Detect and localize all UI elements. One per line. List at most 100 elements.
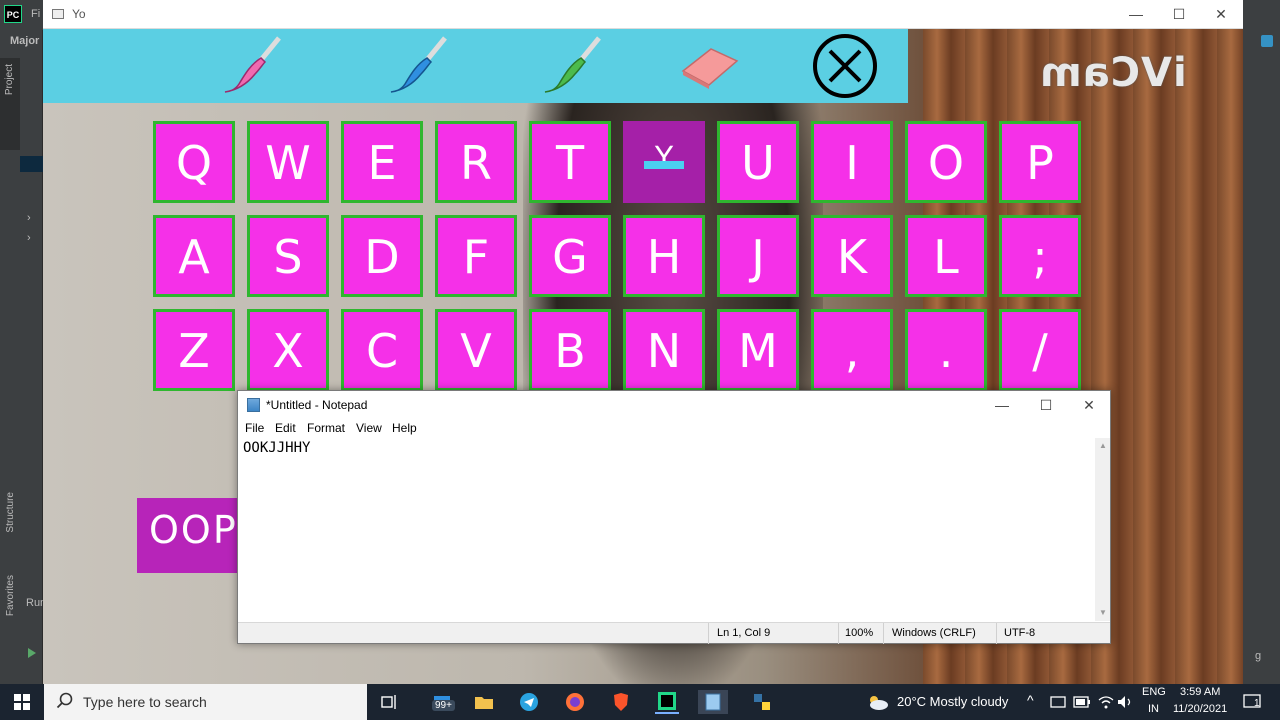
ide-project-name: Major: [10, 35, 40, 47]
green-brush-icon[interactable]: [540, 33, 606, 99]
project-tab-label: Project: [4, 64, 15, 96]
key-s[interactable]: S: [247, 215, 329, 297]
chevron-up-icon[interactable]: ^: [1027, 692, 1034, 708]
windows-start-icon[interactable]: [10, 690, 34, 714]
taskbar: Type here to search 99+ 20°C Mostly clou…: [0, 684, 1280, 720]
notification-center-icon[interactable]: [1240, 690, 1264, 714]
status-encoding: UTF-8: [1004, 627, 1036, 639]
minimize-button[interactable]: —: [1114, 0, 1158, 29]
key-q[interactable]: Q: [153, 121, 235, 203]
python-icon[interactable]: [750, 690, 774, 714]
run-icon[interactable]: [28, 648, 36, 658]
key-c[interactable]: C: [341, 309, 423, 391]
ide-right-icon[interactable]: [1261, 35, 1273, 47]
key-h[interactable]: H: [623, 215, 705, 297]
ide-left-toolbar: Major Project › › Structure Favorites Ru…: [0, 30, 46, 684]
key-y-selected[interactable]: Y: [623, 121, 705, 203]
language-indicator[interactable]: ENG: [1142, 686, 1166, 698]
pink-brush-icon[interactable]: [220, 33, 286, 99]
chevron-right-icon[interactable]: ›: [27, 212, 31, 224]
notepad-text-area[interactable]: OOKJJHHY: [238, 438, 1093, 621]
telegram-icon[interactable]: [517, 690, 541, 714]
key-comma[interactable]: ,: [811, 309, 893, 391]
notepad-window: *Untitled - Notepad — ☐ ✕ File Edit Form…: [237, 390, 1111, 644]
key-o[interactable]: O: [905, 121, 987, 203]
status-separator: [708, 623, 709, 644]
eraser-icon[interactable]: [676, 33, 742, 99]
clock-date[interactable]: 11/20/2021: [1173, 703, 1227, 715]
scroll-down-icon[interactable]: ▼: [1099, 608, 1107, 617]
key-j[interactable]: J: [717, 215, 799, 297]
notepad-status-bar: Ln 1, Col 9 100% Windows (CRLF) UTF-8: [238, 622, 1110, 644]
key-d[interactable]: D: [341, 215, 423, 297]
search-icon: [56, 692, 74, 715]
key-a[interactable]: A: [153, 215, 235, 297]
key-x[interactable]: X: [247, 309, 329, 391]
key-i[interactable]: I: [811, 121, 893, 203]
key-b[interactable]: B: [529, 309, 611, 391]
taskbar-search-box[interactable]: Type here to search: [44, 684, 367, 720]
menu-format[interactable]: Format: [307, 421, 345, 435]
scroll-up-icon[interactable]: ▲: [1099, 441, 1107, 450]
key-period[interactable]: .: [905, 309, 987, 391]
close-circle-icon[interactable]: [812, 33, 878, 99]
folder-icon[interactable]: [472, 690, 496, 714]
key-v[interactable]: V: [435, 309, 517, 391]
key-n[interactable]: N: [623, 309, 705, 391]
region-indicator[interactable]: IN: [1148, 703, 1159, 715]
weather-cloud-icon[interactable]: [866, 690, 890, 714]
favorites-tab[interactable]: Favorites: [5, 575, 16, 616]
key-r[interactable]: R: [435, 121, 517, 203]
battery-icon[interactable]: [1070, 690, 1094, 714]
notepad-title-bar: *Untitled - Notepad — ☐ ✕: [238, 391, 1110, 420]
notepad-maximize-button[interactable]: ☐: [1024, 391, 1068, 420]
key-slash[interactable]: /: [999, 309, 1081, 391]
notepad-minimize-button[interactable]: —: [980, 391, 1024, 420]
key-e[interactable]: E: [341, 121, 423, 203]
clock-time[interactable]: 3:59 AM: [1180, 686, 1220, 698]
firefox-icon[interactable]: [563, 690, 587, 714]
blue-brush-icon[interactable]: [386, 33, 452, 99]
key-z[interactable]: Z: [153, 309, 235, 391]
structure-tab[interactable]: Structure: [5, 492, 16, 533]
notepad-menu-bar: File Edit Format View Help: [238, 420, 1110, 440]
status-separator: [838, 623, 839, 644]
ide-menu-file[interactable]: Fi: [31, 8, 40, 20]
volume-icon[interactable]: [1114, 690, 1138, 714]
notepad-title: *Untitled - Notepad: [266, 398, 368, 412]
notepad-close-button[interactable]: ✕: [1067, 391, 1111, 420]
pycharm-taskbar-icon[interactable]: [655, 690, 679, 714]
vertical-scrollbar[interactable]: ▲ ▼: [1095, 438, 1110, 621]
notification-count: 1: [1254, 698, 1260, 709]
maximize-button[interactable]: ☐: [1157, 0, 1201, 29]
key-w[interactable]: W: [247, 121, 329, 203]
key-k[interactable]: K: [811, 215, 893, 297]
notepad-taskbar-icon[interactable]: [698, 690, 728, 714]
meet-now-icon[interactable]: [1046, 690, 1070, 714]
project-tab[interactable]: Project: [0, 58, 20, 150]
camera-window-title: Yo: [72, 7, 86, 21]
key-u[interactable]: U: [717, 121, 799, 203]
drawing-toolbar: [43, 29, 908, 103]
ivcam-watermark: iVCam: [1039, 50, 1187, 96]
window-icon: [52, 9, 64, 19]
task-view-icon[interactable]: [378, 690, 402, 714]
key-l[interactable]: L: [905, 215, 987, 297]
menu-help[interactable]: Help: [392, 421, 417, 435]
key-semicolon[interactable]: ;: [999, 215, 1081, 297]
search-placeholder: Type here to search: [83, 694, 207, 710]
menu-edit[interactable]: Edit: [275, 421, 296, 435]
key-p[interactable]: P: [999, 121, 1081, 203]
key-f[interactable]: F: [435, 215, 517, 297]
menu-file[interactable]: File: [245, 421, 264, 435]
close-button[interactable]: ✕: [1199, 0, 1243, 29]
chevron-right-icon[interactable]: ›: [27, 232, 31, 244]
key-t[interactable]: T: [529, 121, 611, 203]
key-m[interactable]: M: [717, 309, 799, 391]
weather-text[interactable]: 20°C Mostly cloudy: [897, 694, 1008, 709]
menu-view[interactable]: View: [356, 421, 382, 435]
status-separator: [883, 623, 884, 644]
notepad-icon: [247, 398, 260, 412]
brave-icon[interactable]: [609, 690, 633, 714]
key-g[interactable]: G: [529, 215, 611, 297]
